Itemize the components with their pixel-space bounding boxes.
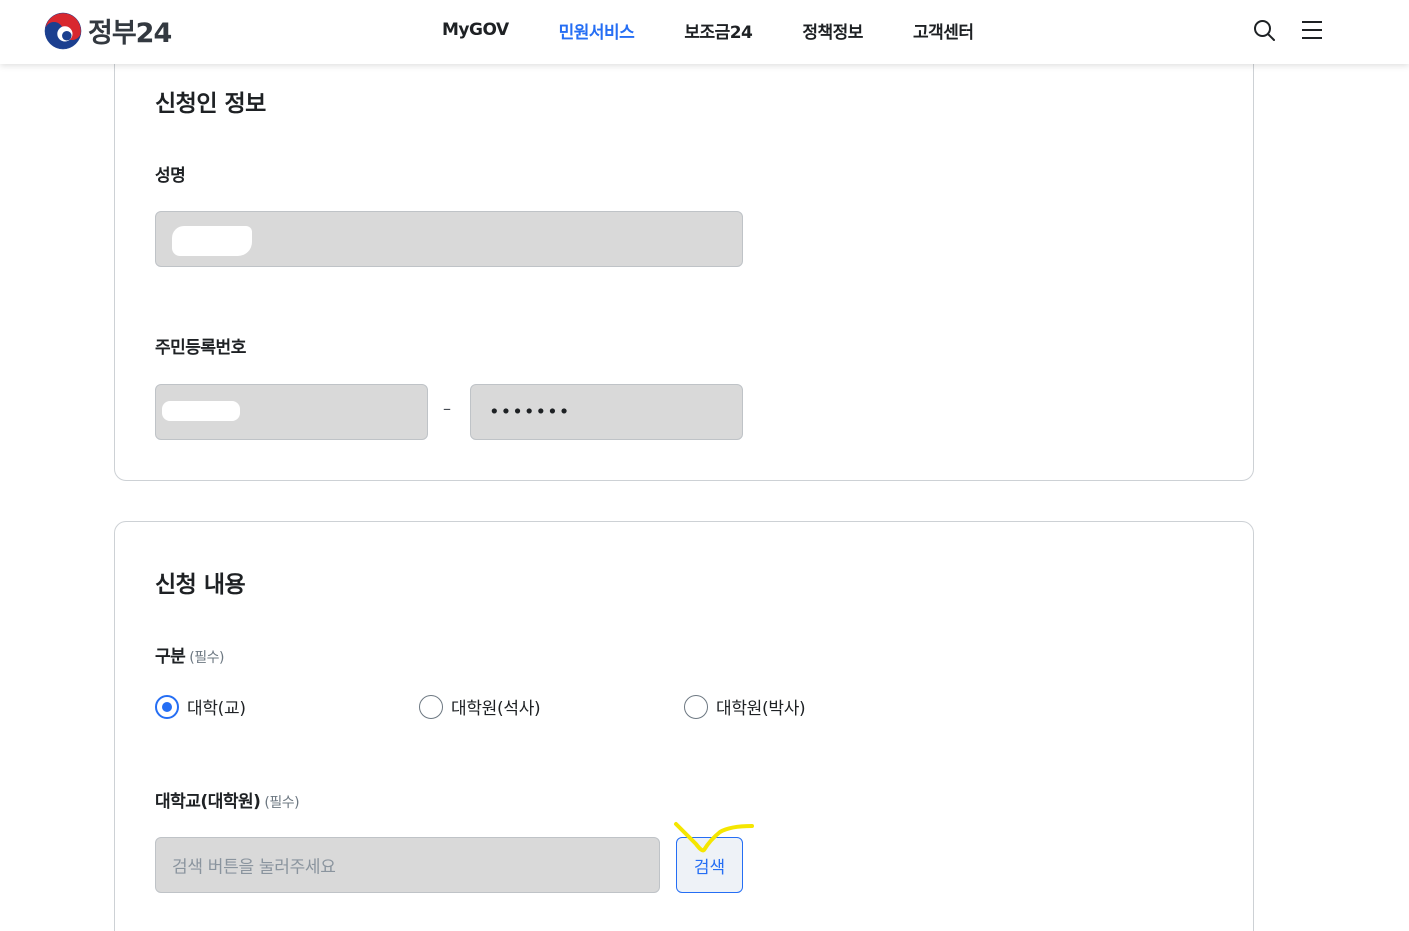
nav-item-policy-info[interactable]: 정책정보 — [802, 18, 863, 43]
logo-text: 정부24 — [88, 18, 172, 49]
nav-item-mygov[interactable]: MyGOV — [442, 20, 509, 40]
name-field[interactable] — [155, 211, 743, 267]
school-label-text: 대학교(대학원) — [155, 792, 261, 812]
redaction-mask — [162, 401, 240, 421]
taegeuk-logo-icon — [44, 12, 82, 49]
nav-item-subsidy24[interactable]: 보조금24 — [684, 18, 753, 43]
application-card: 신청 내용 구분 (필수) 대학(교) 대학원(석사) 대학원(박사) 대학교(대… — [114, 521, 1254, 931]
site-logo[interactable]: 정부24 — [44, 11, 172, 50]
radio-button[interactable] — [419, 694, 443, 719]
rrn-back-masked-value: ••••••• — [489, 401, 571, 423]
school-search-button[interactable]: 검색 — [676, 837, 743, 893]
category-label: 구분 (필수) — [155, 642, 224, 667]
radio-grad-master[interactable]: 대학원(석사) — [419, 694, 541, 719]
name-label: 성명 — [155, 166, 186, 186]
top-header: 정부24 MyGOV 민원서비스 보조금24 정책정보 고객센터 — [0, 0, 1409, 64]
radio-grad-doctor[interactable]: 대학원(박사) — [684, 694, 806, 719]
search-icon[interactable] — [1252, 18, 1276, 42]
nav-item-civil-service[interactable]: 민원서비스 — [559, 18, 635, 43]
radio-button-checked[interactable] — [155, 694, 179, 719]
nav-item-customer-center[interactable]: 고객센터 — [913, 18, 974, 43]
redaction-mask — [172, 226, 252, 256]
radio-label: 대학원(박사) — [716, 699, 806, 719]
required-mark: (필수) — [264, 795, 300, 811]
school-search-placeholder: 검색 버튼을 눌러주세요 — [172, 857, 336, 878]
rrn-separator: – — [443, 399, 451, 418]
rrn-front-field[interactable] — [155, 384, 428, 440]
category-label-text: 구분 — [155, 647, 186, 667]
rrn-label: 주민등록번호 — [155, 338, 246, 358]
applicant-info-title: 신청인 정보 — [155, 91, 266, 117]
radio-university[interactable]: 대학(교) — [155, 694, 246, 719]
rrn-back-field[interactable]: ••••••• — [470, 384, 743, 440]
hamburger-menu-icon[interactable] — [1300, 18, 1324, 42]
required-mark: (필수) — [189, 650, 224, 666]
application-title: 신청 내용 — [155, 572, 246, 598]
radio-button[interactable] — [684, 694, 708, 719]
school-label: 대학교(대학원) (필수) — [155, 787, 300, 812]
school-search-input[interactable]: 검색 버튼을 눌러주세요 — [155, 837, 660, 893]
radio-label: 대학(교) — [187, 699, 246, 719]
radio-label: 대학원(석사) — [451, 699, 541, 719]
applicant-info-card: 신청인 정보 성명 주민등록번호 – ••••••• — [114, 40, 1254, 481]
main-nav: MyGOV 민원서비스 보조금24 정책정보 고객센터 — [442, 0, 1024, 60]
